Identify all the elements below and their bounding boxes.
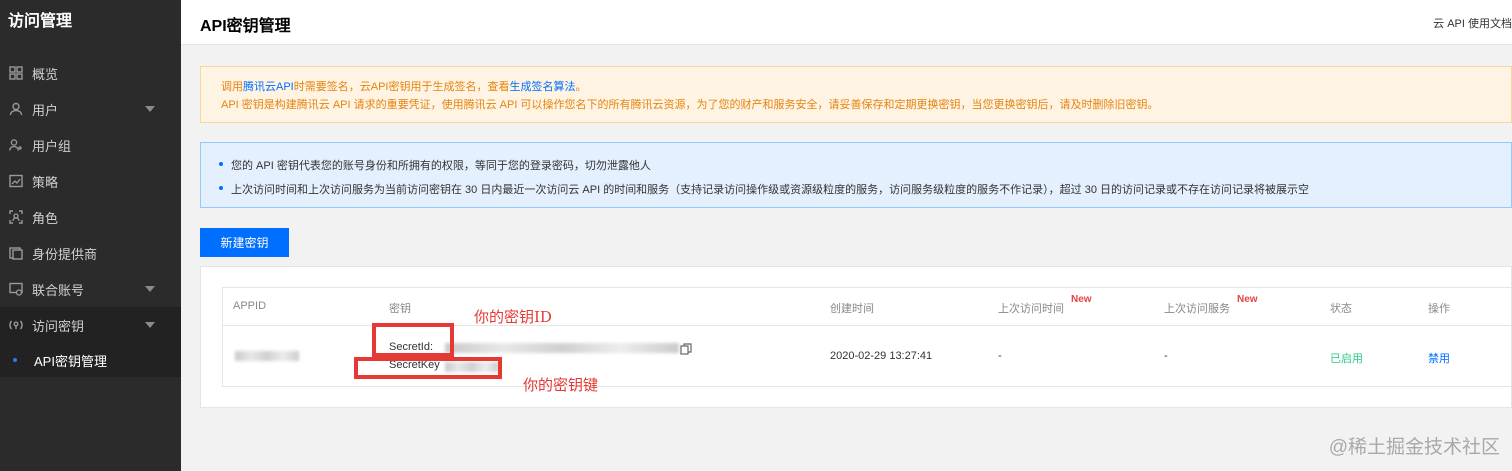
chevron-down-icon [145, 322, 155, 328]
last-access-time: - [998, 350, 1002, 362]
sidebar-title: 访问管理 [8, 13, 73, 30]
user-group-icon [8, 137, 24, 153]
column-header-action: 操作 [1428, 303, 1450, 315]
column-header-appid: APPID [233, 300, 267, 312]
warning-notice: 调用腾讯云API时需要签名，云API密钥用于生成签名，查看生成签名算法。 API… [200, 66, 1512, 123]
warning-text: 。 [575, 81, 587, 93]
sidebar-item-access-keys[interactable]: 访问密钥 [0, 307, 181, 343]
sidebar-subitem-api-key-management[interactable]: API密钥管理 [0, 343, 181, 377]
column-header-created: 创建时间 [830, 303, 874, 315]
sidebar-item-overview[interactable]: 概览 [0, 55, 181, 91]
tencent-cloud-api-link[interactable]: 腾讯云API [243, 81, 294, 93]
chevron-down-icon [145, 286, 155, 292]
sidebar-item-label: 角色 [32, 210, 59, 226]
sidebar-item-policies[interactable]: 策略 [0, 163, 181, 199]
sidebar-item-users[interactable]: 用户 [0, 91, 181, 127]
disable-link[interactable]: 禁用 [1428, 350, 1450, 366]
warning-text: 时需要签名，云API密钥用于生成签名，查看 [293, 81, 510, 93]
access-key-icon [8, 317, 24, 333]
create-key-button[interactable]: 新建密钥 [200, 228, 289, 257]
status-badge: 已启用 [1330, 353, 1363, 365]
column-header-key: 密钥 [389, 303, 411, 315]
column-header-label: 上次访问服务 [1164, 303, 1230, 315]
column-header-last-access-time: 上次访问时间 New [998, 294, 1092, 316]
page-header: API密钥管理 云 API 使用文档 [181, 0, 1512, 45]
warning-line-1: 调用腾讯云API时需要签名，云API密钥用于生成签名，查看生成签名算法。 [221, 78, 1511, 96]
active-dot [13, 358, 17, 362]
new-badge: New [1071, 294, 1092, 305]
sidebar-item-user-groups[interactable]: 用户组 [0, 127, 181, 163]
sidebar-item-label: 访问密钥 [32, 318, 85, 334]
chevron-down-icon [145, 106, 155, 112]
sidebar-item-label: 身份提供商 [32, 246, 98, 262]
sidebar-item-label: 策略 [32, 174, 59, 190]
copy-icon[interactable] [680, 343, 692, 355]
api-docs-link[interactable]: 云 API 使用文档 [1433, 15, 1512, 31]
column-header-status: 状态 [1330, 303, 1352, 315]
warning-text: 调用 [221, 81, 243, 93]
federated-account-icon [8, 281, 24, 297]
info-text: 上次访问时间和上次访问服务为当前访问密钥在 30 日内最近一次访问云 API 的… [231, 184, 1310, 196]
sidebar-item-roles[interactable]: 角色 [0, 199, 181, 235]
watermark: @稀土掘金技术社区 [1328, 437, 1500, 458]
annotation-box-secret-id [372, 323, 454, 357]
last-access-service: - [1164, 350, 1168, 362]
redacted-secret-id [445, 343, 679, 353]
redacted-appid [235, 351, 299, 361]
sidebar-item-label: 概览 [32, 66, 59, 82]
bullet-icon [219, 186, 223, 191]
sidebar-item-label: 用户 [32, 102, 59, 118]
column-header-last-access-service: 上次访问服务 New [1164, 294, 1258, 316]
annotation-secret-key: 你的密钥键 [523, 376, 599, 394]
signature-algorithm-link[interactable]: 生成签名算法 [509, 81, 575, 93]
sidebar-subitem-label: API密钥管理 [34, 353, 107, 369]
identity-provider-icon [8, 245, 24, 261]
annotation-box-secret-key [354, 357, 502, 379]
bullet-icon [219, 162, 223, 167]
sidebar-item-label: 用户组 [32, 138, 72, 154]
sidebar-item-federated-accounts[interactable]: 联合账号 [0, 271, 181, 307]
created-time: 2020-02-29 13:27:41 [830, 350, 933, 362]
policy-icon [8, 173, 24, 189]
info-line-1: 您的 API 密钥代表您的账号身份和所拥有的权限，等同于您的登录密码，切勿泄露他… [219, 154, 1511, 178]
sidebar-item-label: 联合账号 [32, 282, 85, 298]
warning-line-2: API 密钥是构建腾讯云 API 请求的重要凭证，使用腾讯云 API 可以操作您… [221, 99, 1159, 111]
grid-icon [8, 65, 24, 81]
info-notice: 您的 API 密钥代表您的账号身份和所拥有的权限，等同于您的登录密码，切勿泄露他… [200, 142, 1512, 208]
info-line-2: 上次访问时间和上次访问服务为当前访问密钥在 30 日内最近一次访问云 API 的… [219, 178, 1511, 202]
column-header-label: 上次访问时间 [998, 303, 1064, 315]
info-text: 您的 API 密钥代表您的账号身份和所拥有的权限，等同于您的登录密码，切勿泄露他… [231, 160, 651, 172]
sidebar-item-identity-providers[interactable]: 身份提供商 [0, 235, 181, 271]
annotation-secret-id: 你的密钥ID [474, 308, 552, 326]
page-title: API密钥管理 [200, 18, 291, 35]
sidebar: 访问管理 概览 用户 用户组 策略 角色 身份提供商 联合账号 访问密钥 API… [0, 0, 181, 471]
user-icon [8, 101, 24, 117]
table-header: APPID 密钥 创建时间 上次访问时间 New 上次访问服务 New 状态 操作 [223, 288, 1512, 326]
role-icon [8, 209, 24, 225]
new-badge: New [1237, 294, 1258, 305]
